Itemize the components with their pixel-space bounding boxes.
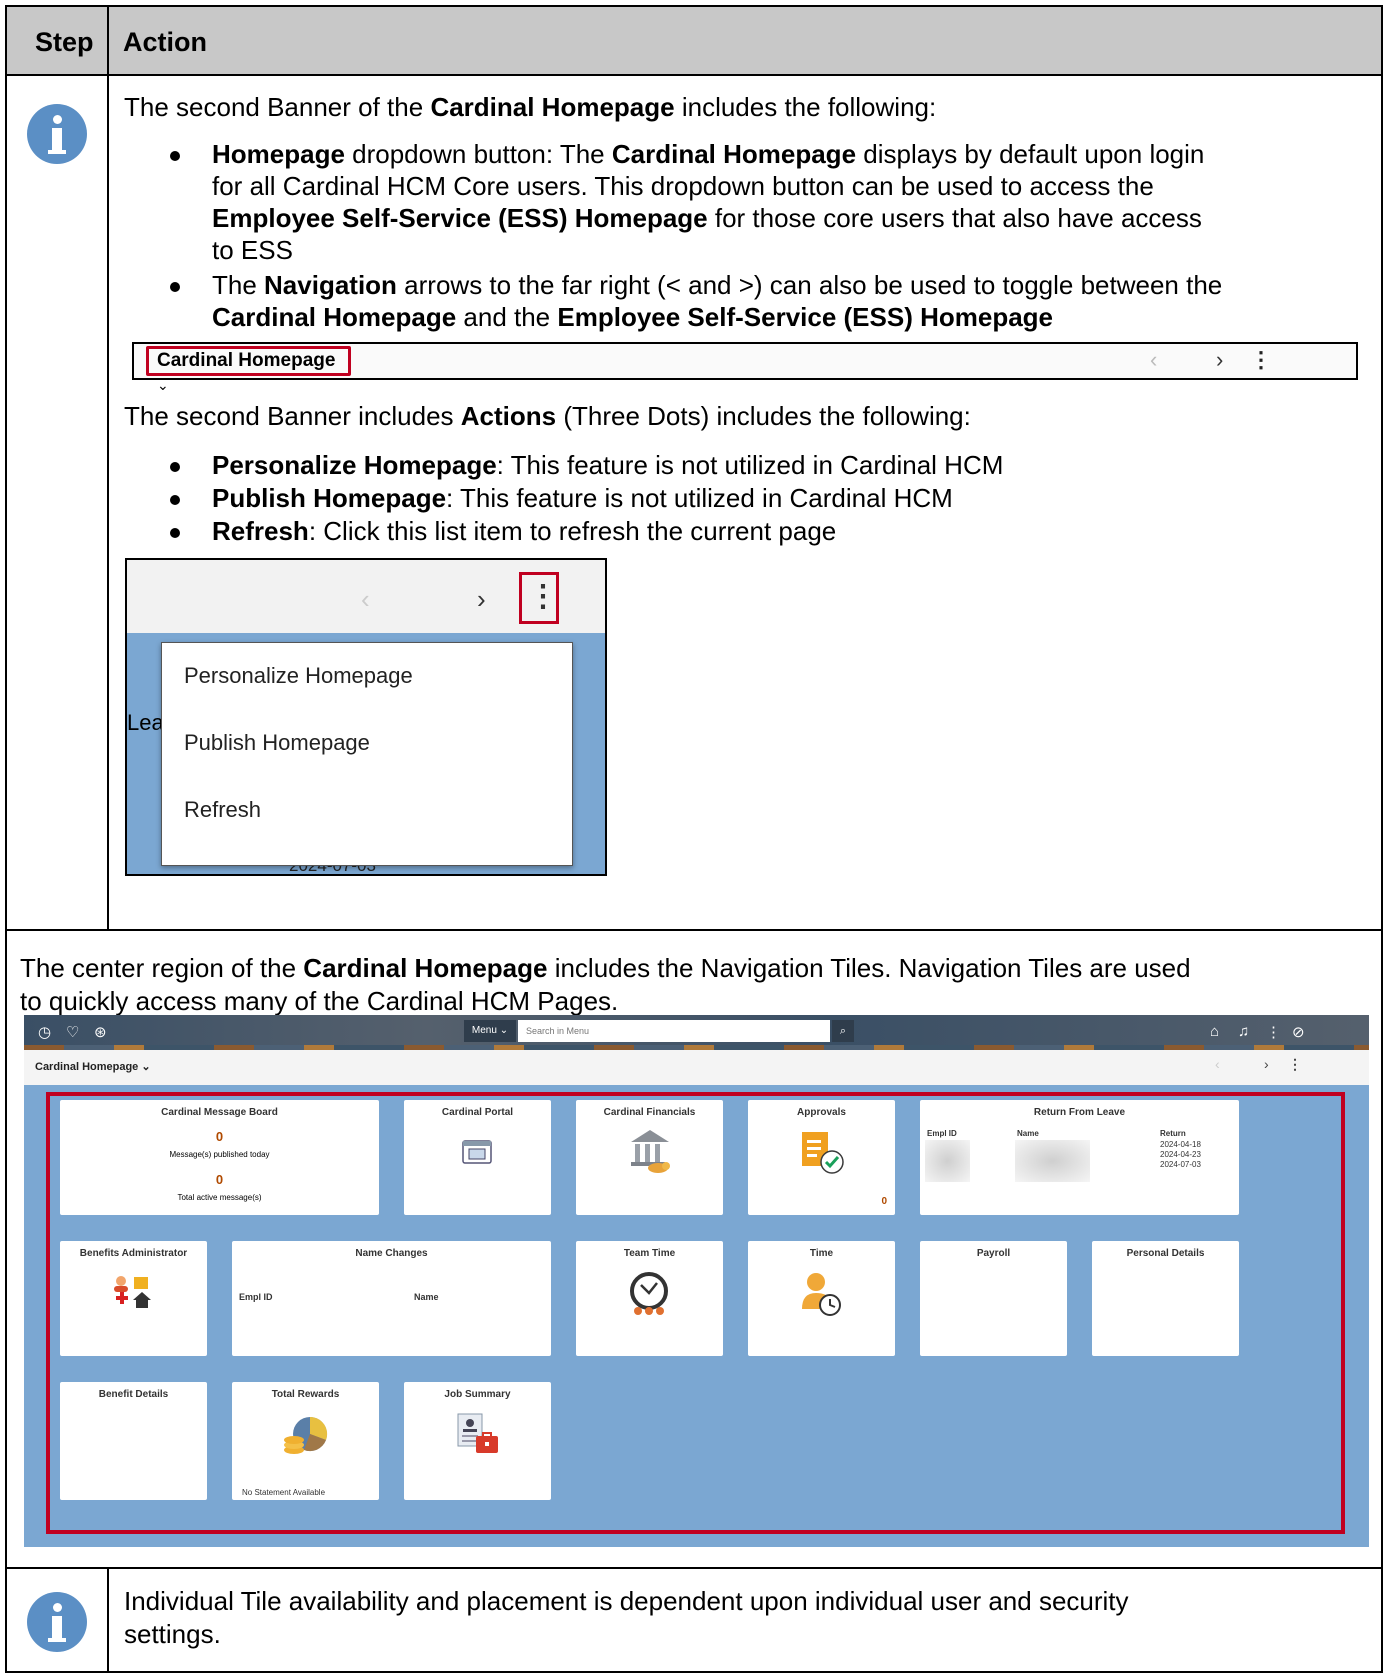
tiles-highlight [46, 1092, 1345, 1534]
actions-dots-icon[interactable]: ⋮ [528, 579, 558, 614]
actions-dropdown-menu: Personalize Homepage Publish Homepage Re… [161, 642, 573, 866]
actions-icon[interactable]: ⋮ [1266, 1023, 1281, 1041]
bullet-line: The Navigation arrows to the far right (… [212, 270, 1223, 300]
next-arrow-icon[interactable]: › [1216, 347, 1223, 373]
second-banner: Cardinal Homepage ⌄ ‹ › ⋮ [24, 1050, 1369, 1085]
search-input[interactable]: Search in Menu [518, 1020, 830, 1042]
divider [7, 74, 1381, 76]
divider [107, 76, 109, 931]
next-arrow-icon[interactable]: › [477, 584, 486, 615]
recent-icon[interactable]: ◷ [38, 1023, 51, 1041]
bullet-line: Homepage dropdown button: The Cardinal H… [212, 139, 1205, 169]
home-icon[interactable]: ⌂ [1210, 1023, 1219, 1040]
actions-highlight: ⋮ [519, 572, 559, 624]
menu-item-refresh[interactable]: Refresh [184, 797, 261, 823]
navbar-icon[interactable]: ⊘ [1292, 1023, 1305, 1041]
menu-button[interactable]: Menu ⌄ [464, 1020, 516, 1042]
homepage-dropdown-button[interactable]: Cardinal Homepage ⌄ [146, 346, 351, 393]
partial-text: Lea [127, 710, 164, 735]
prev-arrow-icon[interactable]: ‹ [361, 584, 370, 615]
bullet-dot [170, 151, 180, 161]
actions-intro: The second Banner includes Actions (Thre… [124, 401, 971, 431]
row3-line2: settings. [124, 1619, 221, 1649]
actions-dots-icon[interactable]: ⋮ [1288, 1056, 1302, 1073]
row1-intro: The second Banner of the Cardinal Homepa… [124, 92, 937, 122]
divider [107, 7, 109, 76]
banner-screenshot: Cardinal Homepage ⌄ ‹ › ⋮ [132, 342, 1358, 393]
accessibility-icon[interactable]: ⊛ [94, 1023, 107, 1041]
info-icon [27, 1592, 87, 1652]
divider [7, 1567, 1381, 1569]
notification-icon[interactable]: ♫ [1238, 1023, 1249, 1040]
actions-menu-screenshot: ‹ › ⋮ Lea 2024-07-03 Personalize Homepag… [125, 558, 607, 876]
divider [7, 929, 1381, 931]
menu-item-personalize[interactable]: Personalize Homepage [184, 663, 413, 689]
row2-line2: to quickly access many of the Cardinal H… [20, 986, 619, 1016]
bullet-dot [170, 495, 180, 505]
homepage-screenshot: ◷ ♡ ⊛ Menu ⌄ Search in Menu ⌕ ⌂ ♫ ⋮ ⊘ Ca… [24, 1015, 1369, 1547]
header-step: Step [35, 27, 94, 57]
favorites-icon[interactable]: ♡ [66, 1023, 79, 1041]
bullet-dot [170, 528, 180, 538]
search-icon[interactable]: ⌕ [832, 1020, 854, 1042]
top-nav-bar: ◷ ♡ ⊛ Menu ⌄ Search in Menu ⌕ ⌂ ♫ ⋮ ⊘ [24, 1015, 1369, 1050]
homepage-dropdown[interactable]: Cardinal Homepage ⌄ [35, 1060, 151, 1073]
divider [107, 1569, 109, 1671]
prev-arrow-icon[interactable]: ‹ [1215, 1056, 1220, 1072]
header-action-cell: Action [109, 7, 1381, 74]
info-icon [27, 104, 87, 164]
bullet-dot [170, 462, 180, 472]
header-action: Action [123, 27, 207, 57]
actions-bullet-item: Publish Homepage: This feature is not ut… [212, 483, 953, 513]
bullet-line: for all Cardinal HCM Core users. This dr… [212, 171, 1154, 201]
bullet-line: Employee Self-Service (ESS) Homepage for… [212, 203, 1202, 233]
actions-dots-icon[interactable]: ⋮ [1250, 347, 1272, 373]
row2-line1: The center region of the Cardinal Homepa… [20, 953, 1191, 983]
next-arrow-icon[interactable]: › [1264, 1056, 1269, 1072]
bullet-line: to ESS [212, 235, 293, 265]
menu-item-publish[interactable]: Publish Homepage [184, 730, 370, 756]
prev-arrow-icon[interactable]: ‹ [1150, 347, 1157, 373]
bullet-line: Cardinal Homepage and the Employee Self-… [212, 302, 1053, 332]
actions-bullet-item: Refresh: Click this list item to refresh… [212, 516, 837, 546]
row3-line1: Individual Tile availability and placeme… [124, 1586, 1129, 1616]
header-step-cell: Step [7, 7, 107, 74]
bullet-dot [170, 282, 180, 292]
actions-bullet-item: Personalize Homepage: This feature is no… [212, 450, 1004, 480]
